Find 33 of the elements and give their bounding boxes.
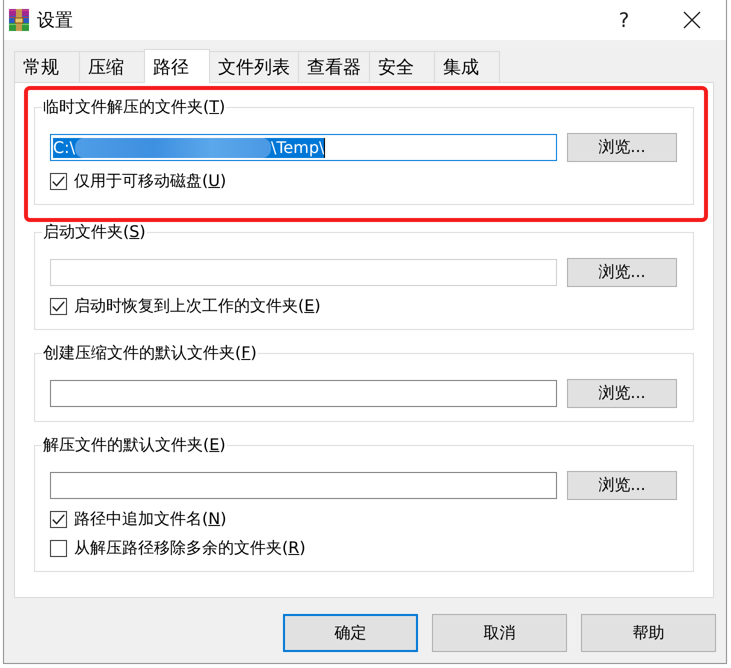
- text-cursor-icon: [324, 138, 326, 158]
- checkbox-label[interactable]: 路径中追加文件名(N): [74, 508, 226, 530]
- path-field[interactable]: [50, 472, 557, 499]
- path-field[interactable]: C:\ \Temp\: [50, 134, 557, 161]
- group-label: 临时文件解压的文件夹(T): [42, 97, 226, 117]
- window-title: 设置: [37, 9, 73, 32]
- checkmark-icon: [52, 300, 65, 312]
- tab[interactable]: 集成: [434, 51, 500, 82]
- browse-button[interactable]: 浏览...: [567, 258, 677, 287]
- dialog-button[interactable]: 确定: [283, 614, 418, 652]
- checkmark-icon: [52, 514, 65, 524]
- group-label: 启动文件夹(S): [42, 222, 147, 242]
- help-button[interactable]: ?: [601, 0, 647, 40]
- checkbox-label[interactable]: 从解压路径移除多余的文件夹(R): [74, 538, 306, 558]
- checkbox-label[interactable]: 启动时恢复到上次工作的文件夹(E): [74, 296, 321, 316]
- path-field[interactable]: [50, 380, 557, 407]
- checkbox-label[interactable]: 仅用于可移动磁盘(U): [74, 170, 226, 192]
- dialog-button[interactable]: 取消: [432, 614, 567, 652]
- checkmark-icon: [52, 176, 65, 186]
- checkbox[interactable]: [50, 298, 67, 314]
- tab[interactable]: 常规: [14, 51, 80, 82]
- browse-button[interactable]: 浏览...: [567, 471, 677, 500]
- browse-button[interactable]: 浏览...: [567, 133, 677, 162]
- group-label: 解压文件的默认文件夹(E): [42, 435, 227, 455]
- tab[interactable]: 路径: [144, 49, 210, 83]
- browse-button[interactable]: 浏览...: [567, 379, 677, 408]
- book-stack-icon: [8, 9, 30, 31]
- checkbox[interactable]: [50, 540, 67, 556]
- close-icon: [683, 11, 701, 29]
- checkbox[interactable]: [50, 172, 67, 190]
- group-label: 创建压缩文件的默认文件夹(F): [42, 343, 258, 363]
- dialog-button[interactable]: 帮助: [581, 614, 716, 652]
- checkbox[interactable]: [50, 510, 67, 528]
